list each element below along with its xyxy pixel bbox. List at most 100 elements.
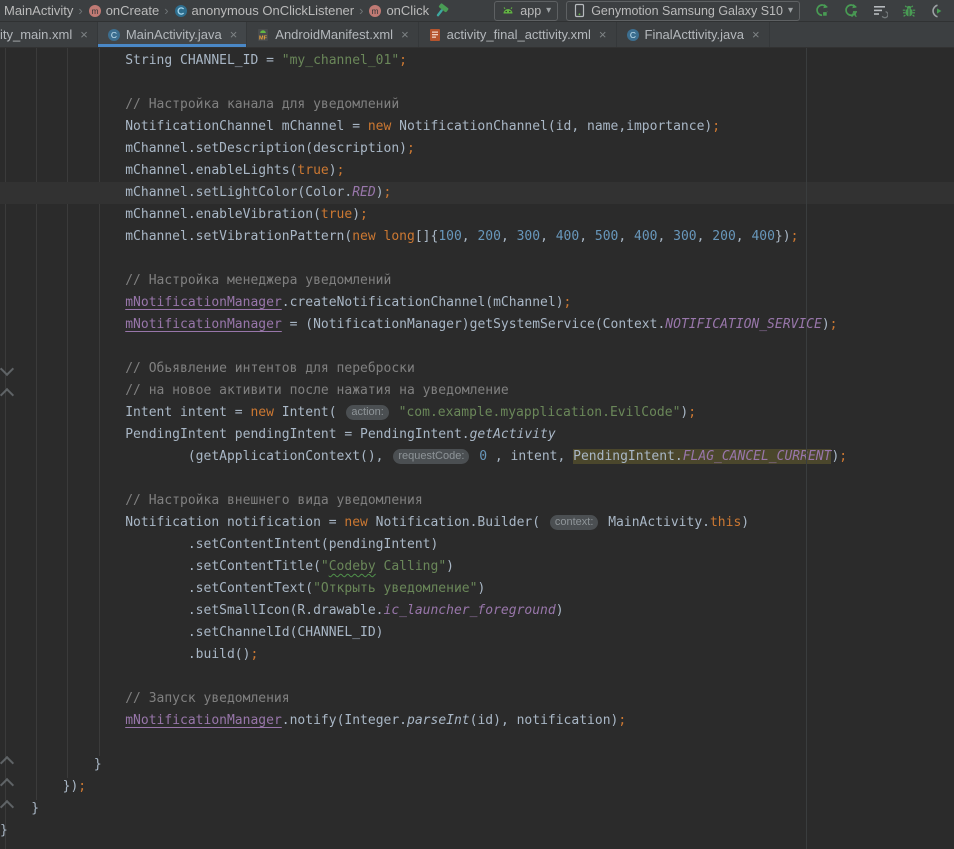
code-token: Intent intent =: [0, 405, 250, 420]
debug-icon[interactable]: [899, 1, 919, 21]
breadcrumb-label: onCreate: [106, 3, 159, 18]
code-line[interactable]: .setContentTitle("Codeby Calling"): [0, 556, 954, 578]
code-line[interactable]: .setContentText("Открыть уведомление"): [0, 578, 954, 600]
code-line[interactable]: // на новое активити после нажатия на ув…: [0, 380, 954, 402]
breadcrumb: MainActivity›monCreate›anonymous OnClick…: [2, 3, 431, 18]
right-margin-guide: [806, 48, 807, 849]
code-line[interactable]: Notification notification = new Notifica…: [0, 512, 954, 534]
tab-close-icon[interactable]: ×: [80, 27, 88, 42]
code-token: = (NotificationManager)getSystemService(…: [282, 317, 666, 332]
code-token: ;: [564, 295, 572, 310]
attach-debugger-icon[interactable]: [928, 1, 948, 21]
tab-close-icon[interactable]: ×: [401, 27, 409, 42]
code-token: ;: [712, 119, 720, 134]
tab-label: AndroidManifest.xml: [275, 27, 393, 42]
code-line[interactable]: [0, 336, 954, 358]
tab-close-icon[interactable]: ×: [599, 27, 607, 42]
svg-text:m: m: [372, 6, 379, 16]
code-line[interactable]: mNotificationManager.createNotificationC…: [0, 292, 954, 314]
code-line[interactable]: mChannel.setLightColor(Color.RED);: [0, 182, 954, 204]
android-icon: [501, 4, 515, 18]
code-token: [0, 295, 125, 310]
code-token: [0, 317, 125, 332]
apply-changes-icon[interactable]: [812, 1, 832, 21]
code-line[interactable]: .setContentIntent(pendingIntent): [0, 534, 954, 556]
code-line[interactable]: [0, 248, 954, 270]
code-token: [391, 405, 399, 420]
code-line[interactable]: // Настройка менеджера уведомлений: [0, 270, 954, 292]
editor-tab[interactable]: ity_main.xml×: [0, 22, 98, 47]
code-line[interactable]: // Настройка канала для уведомлений: [0, 94, 954, 116]
code-token: (id), notification): [470, 713, 619, 728]
code-token: // на новое активити после нажатия на ув…: [0, 383, 509, 398]
build-hammer-icon[interactable]: [431, 1, 451, 21]
code-line[interactable]: // Обьявление интентов для переброски: [0, 358, 954, 380]
code-token: ;: [384, 185, 392, 200]
code-line[interactable]: mNotificationManager = (NotificationMana…: [0, 314, 954, 336]
code-line[interactable]: [0, 468, 954, 490]
code-line[interactable]: [0, 72, 954, 94]
code-token: .setChannelId(CHANNEL_ID): [0, 625, 384, 640]
run-config-dropdown[interactable]: app ▾: [494, 1, 558, 21]
tab-close-icon[interactable]: ×: [230, 27, 238, 42]
apply-code-changes-icon[interactable]: A: [841, 1, 861, 21]
breadcrumb-item[interactable]: monClick: [366, 3, 431, 18]
profiler-icon[interactable]: [870, 1, 890, 21]
editor-tab[interactable]: CFinalActtivity.java×: [617, 22, 770, 47]
code-token: parseInt: [407, 713, 470, 728]
manifest-file-icon: MF: [256, 28, 270, 42]
chevron-down-icon: ▾: [788, 5, 793, 16]
code-line[interactable]: NotificationChannel mChannel = new Notif…: [0, 116, 954, 138]
code-line[interactable]: }: [0, 798, 954, 820]
code-line[interactable]: mNotificationManager.notify(Integer.pars…: [0, 710, 954, 732]
code-line[interactable]: // Запуск уведомления: [0, 688, 954, 710]
code-token: ,: [697, 229, 713, 244]
code-line[interactable]: }: [0, 754, 954, 776]
code-editor[interactable]: String CHANNEL_ID = "my_channel_01"; // …: [0, 48, 954, 849]
code-token: ): [556, 603, 564, 618]
code-token: .setContentTitle(: [0, 559, 321, 574]
code-line[interactable]: (getApplicationContext(), requestCode: 0…: [0, 446, 954, 468]
breadcrumb-item[interactable]: anonymous OnClickListener: [172, 3, 357, 18]
code-token: String CHANNEL_ID =: [0, 53, 282, 68]
code-line[interactable]: .setSmallIcon(R.drawable.ic_launcher_for…: [0, 600, 954, 622]
code-token: mNotificationManager: [125, 295, 282, 310]
code-line[interactable]: }: [0, 820, 954, 842]
code-token: mChannel.setVibrationPattern(: [0, 229, 352, 244]
editor-tab[interactable]: MF AndroidManifest.xml ×: [247, 22, 418, 47]
breadcrumb-item[interactable]: monCreate: [86, 3, 161, 18]
code-token: ;: [618, 713, 626, 728]
chevron-down-icon: ▾: [546, 5, 551, 16]
editor-tab[interactable]: CMainActivity.java×: [98, 22, 247, 47]
tab-close-icon[interactable]: ×: [752, 27, 760, 42]
code-token: getActivity: [470, 427, 556, 442]
code-token: .setContentText(: [0, 581, 313, 596]
code-line[interactable]: mChannel.setDescription(description);: [0, 138, 954, 160]
code-token: .build(): [0, 647, 250, 662]
code-line[interactable]: });: [0, 776, 954, 798]
code-token: ;: [407, 141, 415, 156]
method-icon: m: [368, 4, 382, 18]
breadcrumb-item[interactable]: MainActivity: [2, 3, 75, 18]
code-token: Notification notification =: [0, 515, 344, 530]
code-line[interactable]: Intent intent = new Intent( action: "com…: [0, 402, 954, 424]
code-line[interactable]: [0, 732, 954, 754]
code-token: .createNotificationChannel(mChannel): [282, 295, 564, 310]
code-line[interactable]: mChannel.enableVibration(true);: [0, 204, 954, 226]
code-line[interactable]: [0, 666, 954, 688]
code-token: ;: [830, 317, 838, 332]
code-line[interactable]: String CHANNEL_ID = "my_channel_01";: [0, 50, 954, 72]
toolbar-actions: A: [812, 1, 948, 21]
code-line[interactable]: mChannel.setVibrationPattern(new long[]{…: [0, 226, 954, 248]
breadcrumb-separator: ›: [78, 3, 82, 18]
code-line[interactable]: mChannel.enableLights(true);: [0, 160, 954, 182]
code-line[interactable]: // Настройка внешнего вида уведомления: [0, 490, 954, 512]
device-dropdown[interactable]: Genymotion Samsung Galaxy S10 ▾: [566, 1, 800, 21]
editor-tab[interactable]: activity_final_acttivity.xml×: [419, 22, 617, 47]
code-line[interactable]: PendingIntent pendingIntent = PendingInt…: [0, 424, 954, 446]
code-line[interactable]: .setChannelId(CHANNEL_ID): [0, 622, 954, 644]
code-line[interactable]: .build();: [0, 644, 954, 666]
code-token: 200: [477, 229, 500, 244]
code-token: long: [384, 229, 415, 244]
code-token: ;: [78, 779, 86, 794]
